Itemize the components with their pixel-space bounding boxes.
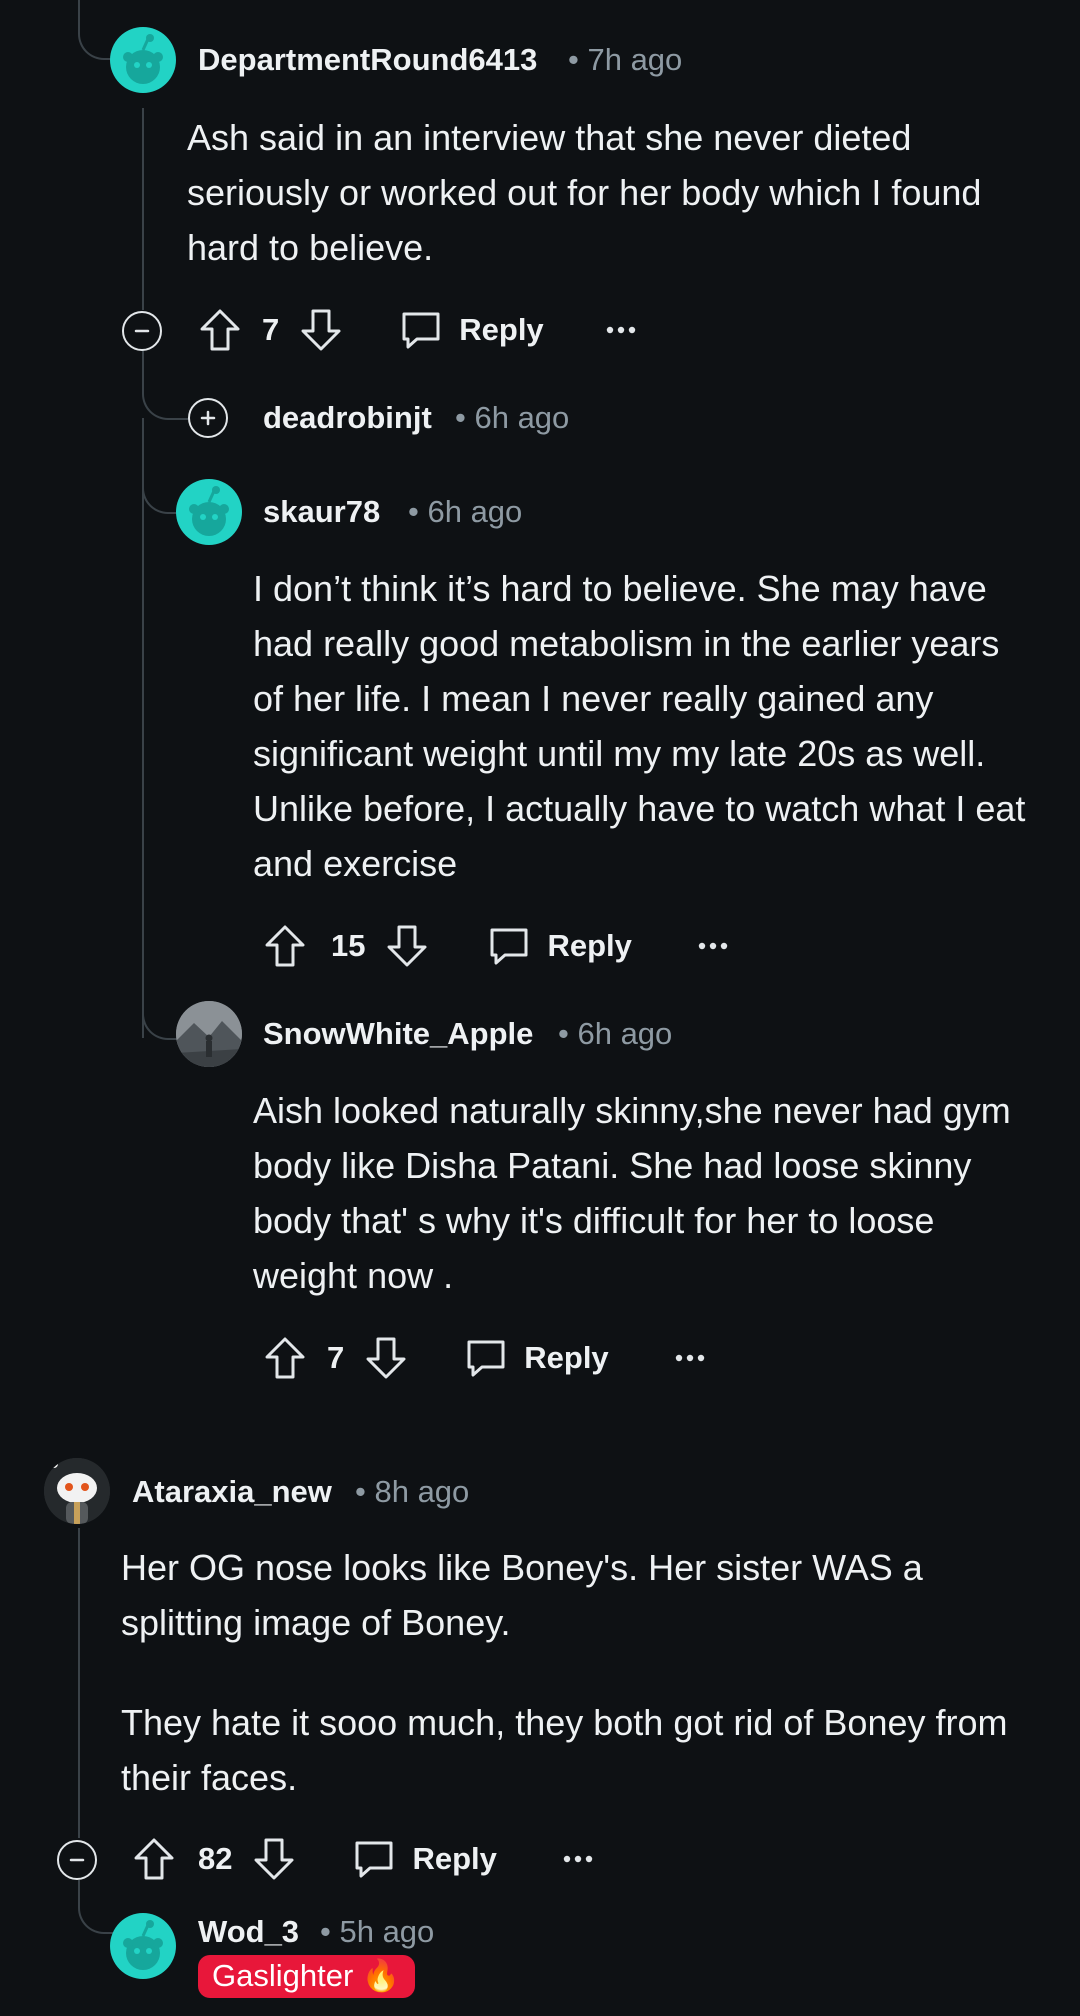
reply-button[interactable]: Reply bbox=[399, 308, 544, 352]
upvote-icon[interactable] bbox=[263, 1335, 307, 1381]
expand-thread-button[interactable] bbox=[188, 398, 228, 438]
reply-label: Reply bbox=[524, 1340, 609, 1375]
timestamp-text: 5h ago bbox=[339, 1914, 435, 1949]
comment-actions: 7 Reply bbox=[198, 300, 636, 360]
comment-body-paragraph: They hate it sooo much, they both got ri… bbox=[121, 1702, 1008, 1798]
thread-connector bbox=[78, 1880, 114, 1934]
upvote-icon[interactable] bbox=[198, 307, 242, 353]
more-options-icon[interactable] bbox=[675, 1353, 705, 1363]
timestamp-text: 6h ago bbox=[577, 1016, 673, 1051]
downvote-icon[interactable] bbox=[364, 1335, 408, 1381]
comment-actions: 15 Reply bbox=[263, 916, 728, 976]
speech-bubble-icon bbox=[467, 1340, 505, 1377]
thread-line bbox=[78, 1528, 80, 1838]
landscape-photo-icon bbox=[176, 1001, 242, 1067]
comment-timestamp: • 8h ago bbox=[355, 1474, 470, 1509]
downvote-icon[interactable] bbox=[385, 923, 429, 969]
avatar[interactable] bbox=[176, 479, 242, 545]
comment-body: Ash said in an interview that she never … bbox=[187, 117, 982, 268]
upvote-icon[interactable] bbox=[132, 1836, 176, 1882]
minus-icon bbox=[134, 329, 150, 333]
thread-connector bbox=[142, 350, 190, 420]
timestamp-text: 6h ago bbox=[427, 494, 523, 529]
speech-bubble-icon bbox=[402, 312, 440, 349]
reply-label: Reply bbox=[547, 928, 632, 963]
more-options-icon[interactable] bbox=[563, 1854, 593, 1864]
vote-count: 7 bbox=[262, 312, 280, 347]
collapse-thread-button[interactable] bbox=[122, 311, 162, 351]
comment-body: Aish looked naturally skinny,she never h… bbox=[253, 1090, 1011, 1296]
avatar[interactable] bbox=[110, 27, 176, 93]
comment-username[interactable]: SnowWhite_Apple bbox=[263, 1016, 533, 1052]
thread-connector bbox=[78, 0, 112, 60]
comment-timestamp: • 6h ago bbox=[408, 494, 523, 529]
timestamp-text: 7h ago bbox=[587, 42, 683, 77]
reply-label: Reply bbox=[412, 1841, 497, 1876]
snoo-avatar-icon bbox=[123, 1920, 163, 1970]
downvote-icon[interactable] bbox=[299, 307, 343, 353]
vote-count: 15 bbox=[331, 928, 366, 963]
avatar[interactable] bbox=[44, 1458, 110, 1524]
snoo-avatar-icon bbox=[123, 34, 163, 84]
comment-timestamp: • 6h ago bbox=[558, 1016, 673, 1051]
comment-actions: 82 Reply bbox=[132, 1829, 593, 1889]
reply-button[interactable]: Reply bbox=[487, 924, 632, 968]
comment-username[interactable]: deadrobinjt bbox=[263, 400, 432, 436]
avatar[interactable] bbox=[176, 1001, 242, 1067]
user-flair: Gaslighter 🔥 bbox=[198, 1955, 415, 1998]
comment-body-paragraph: Her OG nose looks like Boney's. Her sist… bbox=[121, 1547, 923, 1643]
reply-label: Reply bbox=[459, 312, 544, 347]
comment-username[interactable]: Wod_3 bbox=[198, 1914, 299, 1950]
comment-username[interactable]: skaur78 bbox=[263, 494, 380, 530]
speech-bubble-icon bbox=[490, 928, 528, 965]
vote-count: 7 bbox=[327, 1340, 345, 1375]
more-options-icon[interactable] bbox=[698, 941, 728, 951]
vote-count: 82 bbox=[198, 1841, 233, 1876]
comment-username[interactable]: DepartmentRound6413 bbox=[198, 42, 537, 78]
snoo-character-icon bbox=[44, 1458, 110, 1524]
downvote-icon[interactable] bbox=[252, 1836, 296, 1882]
thread-connector bbox=[142, 512, 178, 1040]
comment-username[interactable]: Ataraxia_new bbox=[132, 1474, 332, 1510]
timestamp-text: 6h ago bbox=[474, 400, 570, 435]
comment-actions: 7 Reply bbox=[263, 1328, 705, 1388]
upvote-icon[interactable] bbox=[263, 923, 307, 969]
minus-icon bbox=[69, 1858, 85, 1862]
snoo-avatar-icon bbox=[189, 486, 229, 536]
comment-body: I don’t think it’s hard to believe. She … bbox=[253, 568, 1026, 884]
thread-line bbox=[142, 108, 144, 310]
avatar[interactable] bbox=[110, 1913, 176, 1979]
plus-icon bbox=[200, 410, 216, 426]
reply-button[interactable]: Reply bbox=[464, 1336, 609, 1380]
speech-bubble-icon bbox=[355, 1841, 393, 1878]
collapse-thread-button[interactable] bbox=[57, 1840, 97, 1880]
more-options-icon[interactable] bbox=[606, 325, 636, 335]
timestamp-text: 8h ago bbox=[374, 1474, 470, 1509]
comment-timestamp: • 7h ago bbox=[568, 42, 683, 77]
comment-timestamp: • 6h ago bbox=[455, 400, 570, 435]
reply-button[interactable]: Reply bbox=[352, 1837, 497, 1881]
comment-timestamp: • 5h ago bbox=[320, 1914, 435, 1949]
thread-connector bbox=[142, 418, 178, 514]
